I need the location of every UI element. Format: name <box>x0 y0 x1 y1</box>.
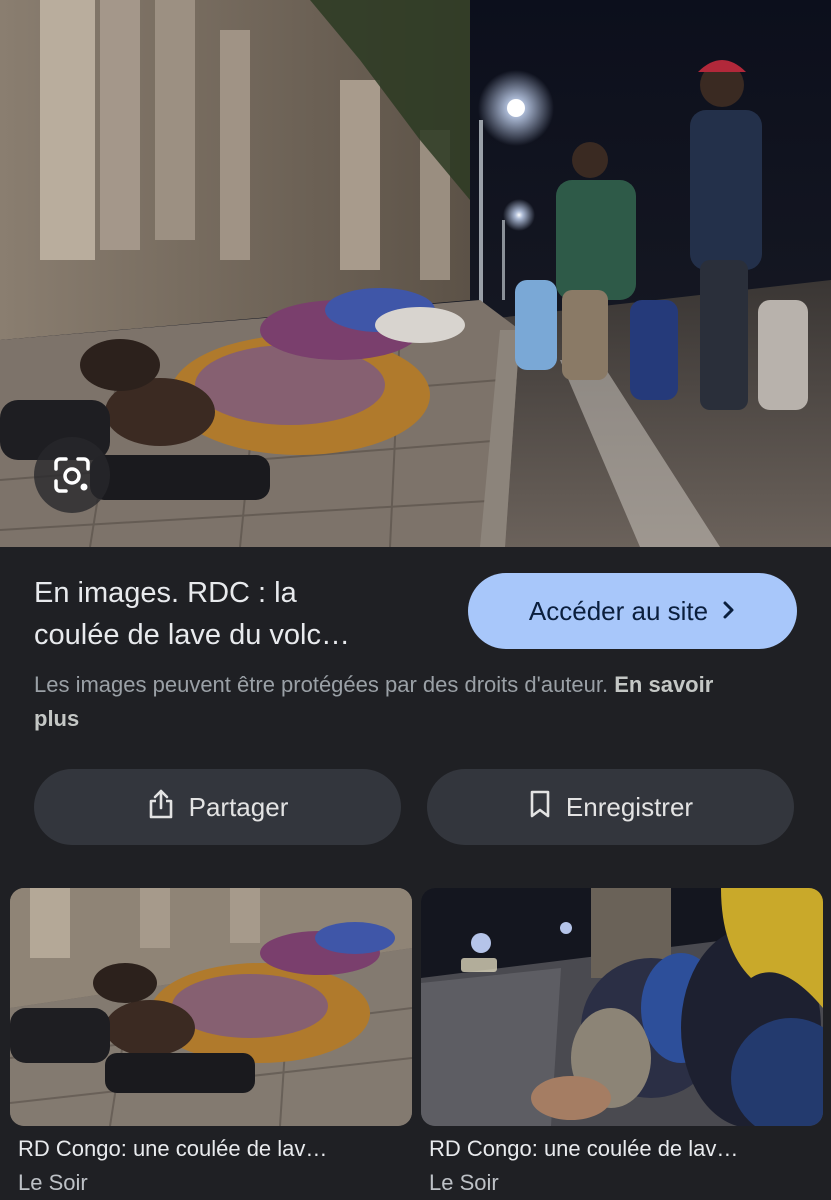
result-title[interactable]: En images. RDC : la coulée de lave du vo… <box>34 572 434 656</box>
related-source: Le Soir <box>18 1170 88 1195</box>
related-title[interactable]: RD Congo: une coulée de lav… <box>421 1136 823 1162</box>
copyright-text: Les images peuvent être protégées par de… <box>34 672 609 697</box>
bookmark-icon <box>528 789 552 826</box>
related-thumbnail[interactable] <box>421 888 823 1126</box>
related-title[interactable]: RD Congo: une coulée de lav… <box>10 1136 412 1162</box>
related-result[interactable]: RD Congo: une coulée de lav… Le Soir <box>421 888 823 1196</box>
share-icon <box>147 788 175 827</box>
visit-site-label: Accéder au site <box>528 595 709 626</box>
lens-button[interactable] <box>34 437 110 513</box>
related-result[interactable]: RD Congo: une coulée de lav… Le Soir <box>10 888 412 1196</box>
chevron-right-icon <box>722 596 736 627</box>
share-label: Partager <box>188 791 289 822</box>
related-source: Le Soir <box>429 1170 499 1195</box>
save-label: Enregistrer <box>565 791 694 822</box>
copyright-notice: Les images peuvent être protégées par de… <box>34 668 764 736</box>
share-button[interactable]: Partager <box>34 769 401 845</box>
related-thumbnail[interactable] <box>10 888 412 1126</box>
main-image[interactable] <box>0 0 831 547</box>
save-button[interactable]: Enregistrer <box>427 769 794 845</box>
google-lens-icon <box>52 455 92 495</box>
visit-site-button[interactable]: Accéder au site <box>468 573 797 649</box>
